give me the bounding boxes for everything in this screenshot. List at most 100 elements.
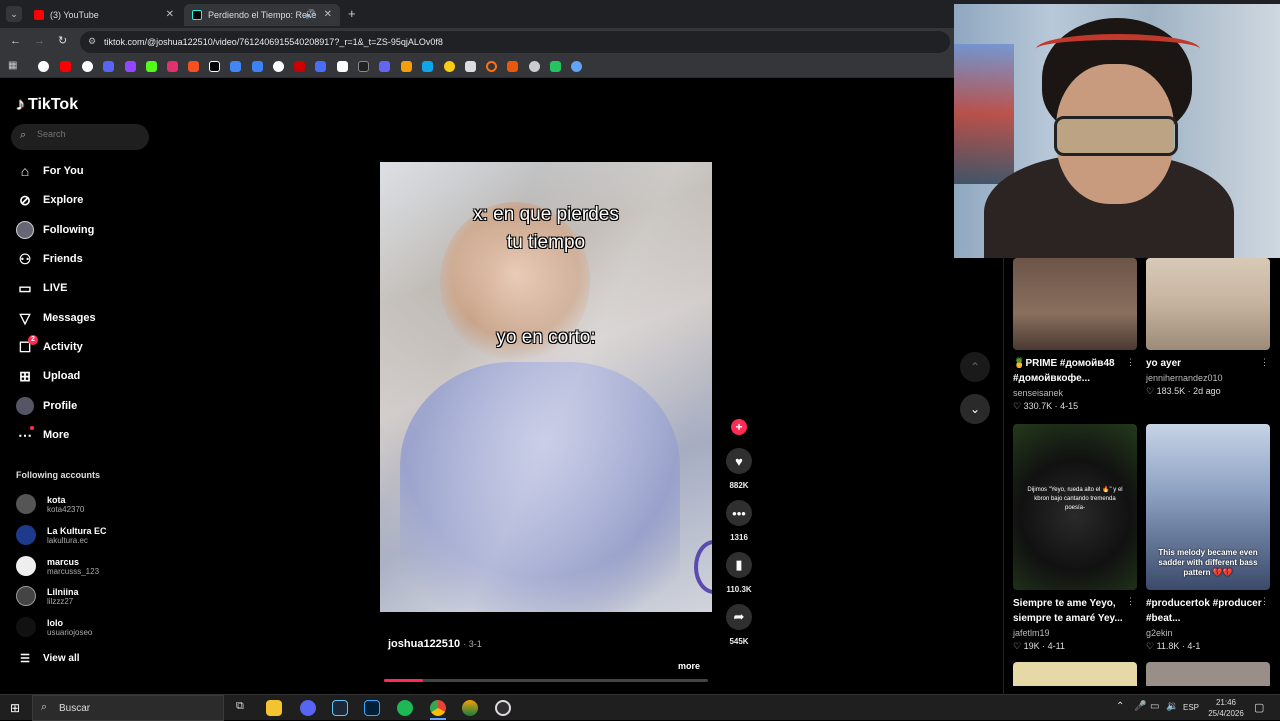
bookmark-icon[interactable] (82, 61, 93, 72)
view-all-link[interactable]: ☰ View all (16, 648, 79, 668)
volume-icon[interactable]: 🔉 (1166, 701, 1178, 712)
bookmark-steam-icon[interactable] (273, 61, 284, 72)
bookmark-icon[interactable] (550, 61, 561, 72)
bookmark-icon[interactable] (529, 61, 540, 72)
nav-live[interactable]: ▭ LIVE (16, 278, 67, 298)
account-item[interactable]: kota kota42370 (16, 490, 84, 518)
bookmark-icon[interactable] (337, 61, 348, 72)
close-tab-icon[interactable]: ✕ (166, 9, 174, 20)
next-video-button[interactable]: ⌄ (960, 394, 990, 424)
back-icon[interactable]: ← (10, 35, 21, 47)
tray-chevron-icon[interactable]: ⌃ (1116, 701, 1124, 712)
bookmark-google-icon[interactable] (38, 61, 49, 72)
search-input[interactable] (37, 129, 137, 139)
follow-plus-button[interactable]: + (731, 419, 747, 435)
feed-card[interactable]: This melody became even sadder with diff… (1146, 424, 1270, 652)
video-thumbnail[interactable] (1013, 258, 1137, 350)
like-button[interactable]: ♥ 882K (726, 448, 752, 490)
bookmark-icon[interactable] (507, 61, 518, 72)
chrome-icon[interactable] (430, 700, 446, 716)
video-author[interactable]: joshua122510 · 3-1 (388, 638, 482, 650)
bookmark-icon[interactable] (486, 61, 497, 72)
tab-youtube[interactable]: (3) YouTube ✕ (26, 4, 182, 26)
video-thumbnail[interactable] (1146, 258, 1270, 350)
address-bar[interactable]: ⚙ tiktok.com/@joshua122510/video/7612406… (80, 31, 950, 53)
nav-upload[interactable]: ⊞ Upload (16, 366, 80, 386)
bookmark-icon[interactable] (315, 61, 326, 72)
taskbar-search-box[interactable]: ⌕ Buscar (32, 695, 224, 721)
windows-start-icon[interactable]: ⊞ (10, 701, 20, 715)
bookmark-icon[interactable] (358, 61, 369, 72)
video-thumbnail[interactable]: Dijimos "Yeyo, rueda alto el 🔥" y el kbr… (1013, 424, 1137, 590)
tab-tiktok[interactable]: Perdiendo el Tiempo: Refle 🔊 ✕ (184, 4, 340, 26)
reload-icon[interactable]: ↻ (58, 34, 67, 47)
search-box[interactable]: ⌕ (11, 124, 149, 150)
video-thumbnail[interactable] (1013, 662, 1137, 686)
nav-following[interactable]: Following (16, 220, 94, 240)
nav-explore[interactable]: ⊘ Explore (16, 190, 83, 210)
tiktok-logo[interactable]: ♪ TikTok (16, 94, 78, 115)
steam-icon[interactable] (332, 700, 348, 716)
card-menu-icon[interactable]: ⋮ (1126, 357, 1135, 368)
task-view-icon[interactable]: ⧉ (236, 700, 244, 713)
forward-icon[interactable]: → (34, 35, 45, 47)
previous-video-button[interactable]: ⌃ (960, 352, 990, 382)
bookmark-icon[interactable] (294, 61, 305, 72)
clock[interactable]: 21:46 25/4/2026 (1204, 697, 1248, 719)
photoshop-icon[interactable] (364, 700, 380, 716)
video-player[interactable]: x: en que pierdes tu tiempo yo en corto: (380, 162, 712, 612)
feed-card[interactable]: yo ayer jennihernandez010 ♡ 183.5K · 2d … (1146, 258, 1270, 397)
language-indicator[interactable]: ESP (1183, 703, 1199, 712)
bookmark-icon[interactable] (571, 61, 582, 72)
account-item[interactable]: lolo usuariojoseo (16, 613, 92, 641)
more-link[interactable]: more (678, 661, 700, 671)
discord-icon[interactable] (300, 700, 316, 716)
account-item[interactable]: marcus marcusss_123 (16, 552, 99, 580)
bookmark-icon[interactable] (252, 61, 263, 72)
bookmark-youtube-icon[interactable] (60, 61, 71, 72)
new-tab-button[interactable]: + (348, 6, 356, 21)
nav-messages[interactable]: ▽ Messages (16, 308, 96, 328)
bookmark-x-icon[interactable] (209, 61, 220, 72)
bookmark-icon[interactable] (444, 61, 455, 72)
video-thumbnail[interactable]: This melody became even sadder with diff… (1146, 424, 1270, 590)
feed-card[interactable]: Dijimos "Yeyo, rueda alto el 🔥" y el kbr… (1013, 424, 1137, 652)
card-menu-icon[interactable]: ⋮ (1126, 596, 1135, 607)
close-tab-icon[interactable]: ✕ (324, 9, 332, 20)
file-explorer-icon[interactable] (266, 700, 282, 716)
comment-button[interactable]: ••• 1316 (726, 500, 752, 542)
nav-profile[interactable]: Profile (16, 396, 77, 416)
video-progress-bar[interactable] (384, 679, 708, 682)
account-item[interactable]: Lilniina lilzzz27 (16, 582, 79, 610)
video-thumbnail[interactable] (1146, 662, 1270, 686)
bookmark-icon[interactable] (465, 61, 476, 72)
share-button[interactable]: ➦ 545K (726, 604, 752, 646)
notification-icon[interactable]: ▢ (1254, 701, 1264, 714)
bookmark-icon[interactable] (230, 61, 241, 72)
bookmark-kick-icon[interactable] (146, 61, 157, 72)
nav-friends[interactable]: ⚇ Friends (16, 249, 83, 269)
feed-card[interactable]: 🍍PRIME #домойв48 #домойвкофе... senseisa… (1013, 258, 1137, 412)
spotify-icon[interactable] (397, 700, 413, 716)
audio-icon[interactable]: 🔊 (305, 9, 316, 20)
bookmark-icon[interactable] (401, 61, 412, 72)
nav-more[interactable]: ⋯ More (16, 425, 69, 445)
save-button[interactable]: ▮ 110.3K (726, 552, 752, 594)
app-icon[interactable] (462, 700, 478, 716)
nav-activity[interactable]: ☐ 2 Activity (16, 335, 83, 357)
bookmark-twitch-icon[interactable] (125, 61, 136, 72)
bookmark-icon[interactable] (422, 61, 433, 72)
apps-grid-icon[interactable]: ▦ (8, 60, 17, 71)
card-menu-icon[interactable]: ⋮ (1260, 596, 1269, 607)
bookmark-instagram-icon[interactable] (167, 61, 178, 72)
site-info-icon[interactable]: ⚙ (88, 36, 96, 47)
bookmark-icon[interactable] (103, 61, 114, 72)
network-icon[interactable]: ▭ (1150, 701, 1159, 712)
bookmark-icon[interactable] (188, 61, 199, 72)
tab-list-dropdown[interactable]: ⌄ (6, 6, 22, 22)
microphone-icon[interactable]: 🎤 (1134, 701, 1146, 712)
obs-icon[interactable] (495, 700, 511, 716)
bookmark-icon[interactable] (379, 61, 390, 72)
account-item[interactable]: La Kultura EC lakultura.ec (16, 521, 107, 549)
card-menu-icon[interactable]: ⋮ (1260, 357, 1269, 368)
